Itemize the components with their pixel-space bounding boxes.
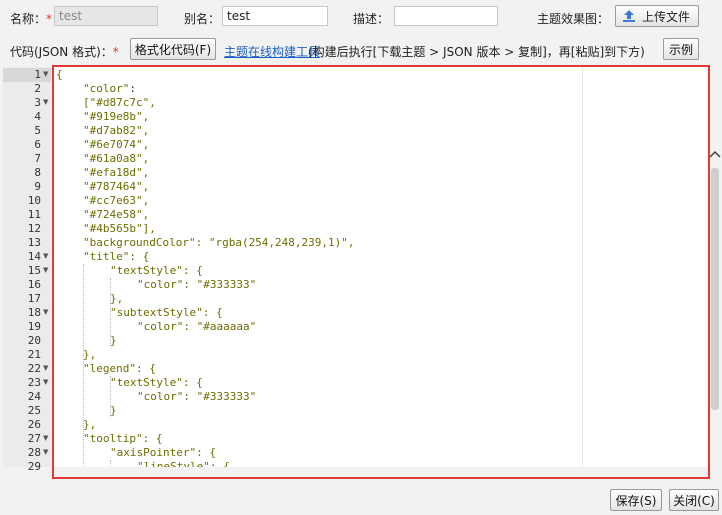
scroll-up-icon[interactable] (708, 150, 722, 164)
fold-toggle-icon[interactable]: ▼ (43, 98, 48, 106)
code-line: "#919e8b", (83, 110, 150, 123)
fold-toggle-icon[interactable]: ▼ (43, 266, 48, 274)
code-line: "color": "#333333" (137, 390, 257, 403)
code-line: }, (110, 292, 124, 305)
builder-hint: (构建后执行[下载主题 > JSON 版本 > 复制]，再[粘贴]到下方) (308, 45, 645, 59)
example-button[interactable]: 示例 (663, 38, 699, 60)
code-line: "color": (83, 82, 136, 95)
line-number: 9 (34, 180, 41, 193)
line-number: 14 (27, 250, 41, 263)
upload-icon (623, 10, 635, 22)
line-number: 23 (27, 376, 41, 389)
code-line: "#787464", (83, 180, 150, 193)
line-number: 13 (27, 236, 41, 249)
line-number: 6 (34, 138, 41, 151)
code-line: { (56, 68, 63, 81)
preview-image-label: 主题效果图： (537, 12, 610, 26)
scrollbar-thumb[interactable] (711, 168, 719, 410)
line-number: 8 (34, 166, 41, 179)
format-code-button[interactable]: 格式化代码(F) (130, 38, 216, 60)
line-number: 16 (27, 278, 41, 291)
json-punctuation: : (129, 82, 136, 95)
line-number: 11 (27, 208, 41, 221)
line-number: 5 (34, 124, 41, 137)
code-line: "#efa18d", (83, 166, 150, 179)
code-line: "subtextStyle": { (110, 306, 223, 319)
code-line: "legend": { (83, 362, 156, 375)
line-number: 15 (27, 264, 41, 277)
code-line: }, (83, 418, 97, 431)
fold-toggle-icon[interactable]: ▼ (43, 448, 48, 456)
code-label: 代码(JSON 格式)：* (10, 45, 119, 59)
fold-toggle-icon[interactable]: ▼ (43, 364, 48, 372)
save-button[interactable]: 保存(S) (610, 489, 662, 511)
line-number-gutter: 1 ▼ 2 3 ▼ 4 5 6 7 8 9 10 11 12 13 14 ▼ 15 ▼ 16 17 18 ▼ 19 20 21 22… (3, 67, 51, 473)
line-number: 18 (27, 306, 41, 319)
code-line: "tooltip": { (83, 432, 163, 445)
indent-guide (110, 460, 111, 467)
line-number: 24 (27, 390, 41, 403)
line-number: 25 (27, 404, 41, 417)
line-number: 19 (27, 320, 41, 333)
fold-toggle-icon[interactable]: ▼ (43, 434, 48, 442)
fold-toggle-icon[interactable]: ▼ (43, 308, 48, 316)
code-line: "#6e7074", (83, 138, 150, 151)
code-line: "axisPointer": { (110, 446, 216, 459)
code-line: "#61a0a8", (83, 152, 150, 165)
line-number: 17 (27, 292, 41, 305)
upload-file-button[interactable]: 上传文件 (615, 5, 699, 27)
code-line: }, (83, 348, 97, 361)
theme-builder-link[interactable]: 主题在线构建工具 (224, 43, 320, 60)
code-area[interactable]: { "color": ["#d87c7c", "#919e8b", "#d7ab82",… (52, 67, 709, 467)
close-button[interactable]: 关闭(C) (669, 489, 719, 511)
code-line: "textStyle": { (110, 264, 203, 277)
vertical-scrollbar[interactable] (708, 134, 722, 515)
code-line: "textStyle": { (110, 376, 203, 389)
line-number: 2 (34, 82, 41, 95)
code-line: "color": "#aaaaaa" (137, 320, 257, 333)
line-number: 4 (34, 110, 41, 123)
fold-toggle-icon[interactable]: ▼ (43, 70, 48, 78)
line-number: 10 (27, 194, 41, 207)
code-line: "color": "#333333" (137, 278, 257, 291)
line-number: 12 (27, 222, 41, 235)
code-line: "#d7ab82", (83, 124, 150, 137)
fold-toggle-icon[interactable]: ▼ (43, 252, 48, 260)
code-line: "#4b565b"], (83, 222, 156, 235)
line-number: 26 (27, 418, 41, 431)
line-number: 3 (34, 96, 41, 109)
indent-guide (83, 264, 84, 467)
description-field[interactable] (394, 6, 498, 26)
line-number: 21 (27, 348, 41, 361)
json-key: "color" (83, 82, 130, 95)
code-line: ["#d87c7c", (83, 96, 156, 109)
alias-field[interactable]: test (222, 6, 328, 26)
line-number: 22 (27, 362, 41, 375)
line-number: 28 (27, 446, 41, 459)
fold-toggle-icon[interactable]: ▼ (43, 378, 48, 386)
theme-info-row: 名称：* test 别名： test 描述： 主题效果图： 上传文件 (0, 0, 722, 34)
alias-label: 别名： (184, 12, 221, 26)
code-line: "#724e58", (83, 208, 150, 221)
name-field: test (54, 6, 158, 26)
upload-file-label: 上传文件 (642, 9, 691, 24)
json-code-editor[interactable]: 1 ▼ 2 3 ▼ 4 5 6 7 8 9 10 11 12 13 14 ▼ 15 ▼ 16 17 18 ▼ 19 20 21 22… (0, 67, 722, 515)
name-label: 名称：* (10, 12, 53, 26)
line-number: 29 (27, 460, 41, 473)
code-line: "#cc7e63", (83, 194, 150, 207)
description-label: 描述： (353, 12, 390, 26)
dialog-footer: 保存(S) 关闭(C) (0, 480, 722, 515)
code-line: "title": { (83, 250, 150, 263)
code-toolbar: 代码(JSON 格式)：* 格式化代码(F) 主题在线构建工具 (构建后执行[下… (0, 38, 722, 62)
indent-guide (110, 376, 111, 418)
line-number: 27 (27, 432, 41, 445)
line-number: 20 (27, 334, 41, 347)
line-number: 7 (34, 152, 41, 165)
code-line: "lineStyle": { (137, 460, 230, 467)
indent-guide (110, 278, 111, 348)
print-margin (582, 67, 583, 467)
code-line: "backgroundColor": "rgba(254,248,239,1)"… (83, 236, 355, 249)
